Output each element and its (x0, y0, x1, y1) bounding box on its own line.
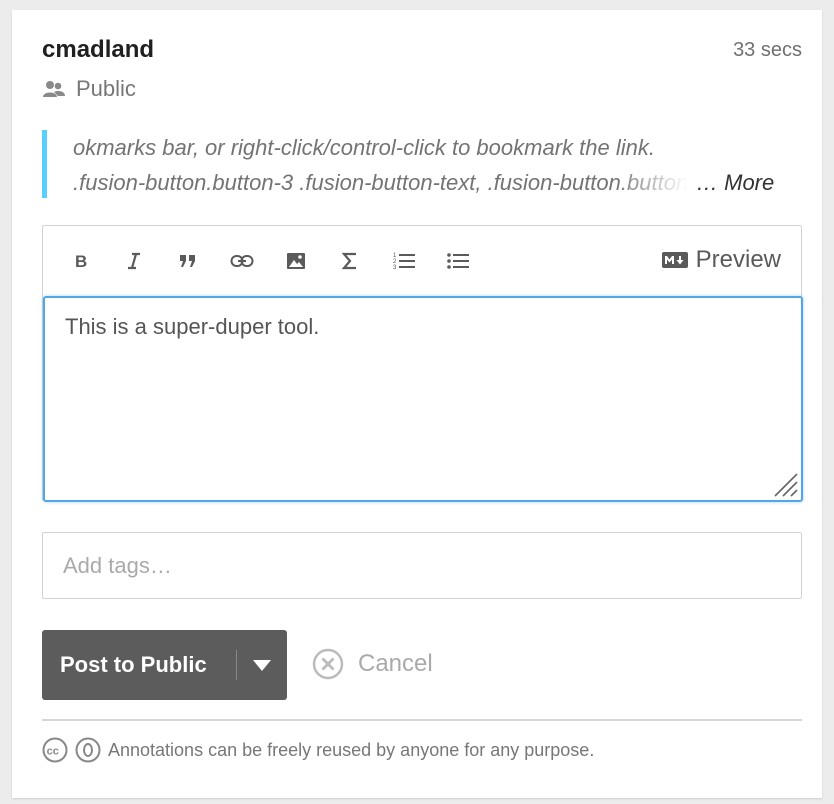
markdown-editor: B 123 Preview This is a super-duper tool… (42, 225, 803, 502)
license-notice: cc Annotations can be freely reused by a… (42, 737, 594, 763)
more-link[interactable]: … More (696, 165, 774, 200)
editor-toolbar: B 123 Preview (43, 226, 801, 296)
image-icon (287, 253, 305, 269)
timestamp[interactable]: 33 secs (733, 39, 802, 62)
svg-text:3: 3 (393, 265, 397, 271)
annotation-card: cmadland 33 secs Public okmarks bar, or … (12, 10, 822, 798)
cancel-circle-icon (312, 648, 344, 680)
resize-handle-icon[interactable] (771, 470, 799, 498)
sigma-icon (342, 252, 356, 270)
annotation-text-value: This is a super-duper tool. (65, 314, 320, 339)
zero-icon[interactable] (75, 737, 101, 763)
preview-toggle[interactable]: Preview (661, 246, 781, 274)
numbered-list-button[interactable]: 123 (389, 246, 419, 276)
italic-icon (128, 252, 140, 270)
bulleted-list-icon (447, 253, 469, 269)
group-icon (43, 81, 65, 97)
quote-line-2: .fusion-button.button-3 .fusion-button-t… (73, 170, 688, 195)
link-icon (230, 255, 254, 267)
group-indicator: Public (42, 76, 136, 102)
math-button[interactable] (335, 246, 365, 276)
post-to-public-button[interactable]: Post to Public (42, 630, 287, 700)
annotation-textarea[interactable]: This is a super-duper tool. (43, 296, 803, 502)
license-text: Annotations can be freely reused by anyo… (108, 739, 595, 760)
quote-button[interactable] (173, 246, 203, 276)
image-button[interactable] (281, 246, 311, 276)
bold-button[interactable]: B (66, 246, 96, 276)
username[interactable]: cmadland (42, 36, 154, 64)
caret-down-icon (253, 660, 271, 671)
post-label: Post to Public (60, 652, 207, 677)
preview-label: Preview (695, 246, 781, 273)
divider (42, 719, 802, 721)
bold-icon: B (75, 252, 87, 270)
group-label: Public (76, 76, 136, 101)
annotation-quote: okmarks bar, or right-click/control-clic… (42, 130, 802, 198)
markdown-icon (661, 252, 688, 268)
post-dropdown-toggle[interactable] (237, 658, 287, 672)
quote-icon (180, 255, 195, 267)
tags-input[interactable]: Add tags… (42, 532, 802, 599)
italic-button[interactable] (119, 246, 149, 276)
cancel-button[interactable]: Cancel (312, 648, 433, 680)
cancel-label: Cancel (358, 650, 433, 677)
bulleted-list-button[interactable] (443, 246, 473, 276)
link-button[interactable] (227, 246, 257, 276)
quote-line-1: okmarks bar, or right-click/control-clic… (73, 135, 655, 160)
numbered-list-icon: 123 (393, 253, 415, 271)
cc-icon[interactable]: cc (42, 737, 68, 763)
svg-text:cc: cc (47, 746, 59, 758)
svg-text:B: B (75, 252, 87, 270)
